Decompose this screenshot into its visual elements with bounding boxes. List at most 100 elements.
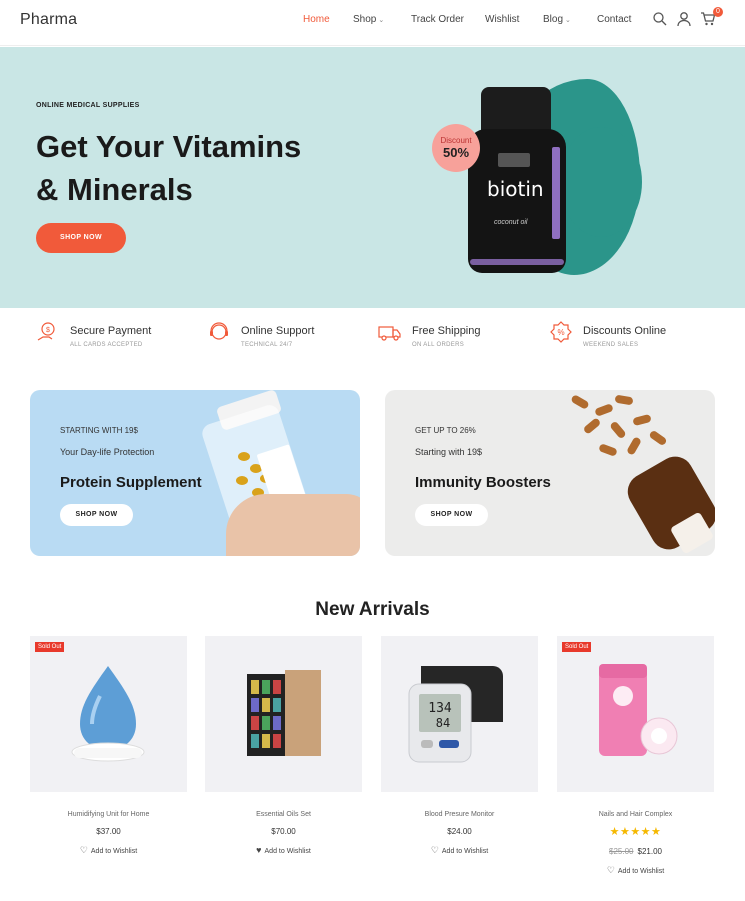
nav-home[interactable]: Home bbox=[303, 14, 353, 25]
feature-title: Free Shipping bbox=[412, 325, 481, 337]
feature-subtitle: WEEKEND SALES bbox=[583, 342, 639, 348]
svg-text:84: 84 bbox=[436, 716, 450, 730]
discount-badge: Discount 50% bbox=[432, 124, 480, 172]
wishlist-label: Add to Wishlist bbox=[617, 868, 665, 875]
nav-wishlist[interactable]: Wishlist bbox=[485, 14, 543, 25]
feature-subtitle: TECHNICAL 24/7 bbox=[241, 342, 293, 348]
add-to-wishlist-button[interactable]: ♡ Add to Wishlist bbox=[557, 865, 714, 876]
add-to-wishlist-button[interactable]: ♡ Add to Wishlist bbox=[30, 845, 187, 856]
hero-shop-now-button[interactable]: SHOP NOW bbox=[36, 223, 126, 253]
product-image[interactable]: 134 84 bbox=[381, 636, 538, 792]
product-image[interactable] bbox=[205, 636, 362, 792]
promo-eyebrow: GET UP TO 26% bbox=[415, 426, 476, 435]
promo-protein-supplement[interactable]: STARTING WITH 19$ Your Day-life Protecti… bbox=[30, 390, 360, 556]
product-current-price: $70.00 bbox=[271, 827, 296, 836]
blood-pressure-monitor-image: 134 84 bbox=[408, 666, 503, 763]
add-to-wishlist-button[interactable]: ♡ Add to Wishlist bbox=[381, 845, 538, 856]
bottle-side-label bbox=[552, 147, 560, 239]
promo-immunity-boosters[interactable]: GET UP TO 26% Starting with 19$ Immunity… bbox=[385, 390, 715, 556]
capsule bbox=[648, 429, 668, 447]
hero-banner: ONLINE MEDICAL SUPPLIES Get Your Vitamin… bbox=[0, 47, 745, 308]
cart-count-badge: 0 bbox=[713, 7, 723, 17]
wishlist-label: Add to Wishlist bbox=[441, 848, 489, 855]
product-price: $70.00 bbox=[205, 827, 362, 836]
capsule bbox=[609, 420, 627, 440]
user-icon[interactable] bbox=[676, 11, 692, 27]
bottle-product-name: biotin bbox=[487, 177, 544, 201]
nav-shop-label: Shop bbox=[353, 14, 377, 25]
promo-shop-now-button[interactable]: SHOP NOW bbox=[415, 504, 488, 526]
pill bbox=[238, 452, 250, 461]
capsule bbox=[582, 417, 602, 435]
hero-title: Get Your Vitamins & Minerals bbox=[36, 125, 356, 211]
product-card[interactable]: Sold Out Humidifying Unit for Home $37.0… bbox=[30, 636, 187, 856]
add-to-wishlist-button[interactable]: ♥ Add to Wishlist bbox=[205, 845, 362, 855]
product-image[interactable]: Sold Out bbox=[557, 636, 714, 792]
bottle-stripe bbox=[470, 259, 564, 265]
product-price: $24.00 bbox=[381, 827, 538, 836]
product-current-price: $24.00 bbox=[447, 827, 472, 836]
product-card[interactable]: 134 84 Blood Presure Monitor $24.00 ♡ Add… bbox=[381, 636, 538, 856]
search-icon[interactable] bbox=[652, 11, 668, 27]
main-nav: Home Shop ⌄ Track Order Wishlist Blog ⌄ Co… bbox=[303, 14, 631, 25]
hero-eyebrow: ONLINE MEDICAL SUPPLIES bbox=[36, 102, 140, 109]
promo-subtitle: Your Day-life Protection bbox=[60, 447, 155, 457]
capsule bbox=[632, 413, 652, 427]
feature-subtitle: ALL CARDS ACCEPTED bbox=[70, 342, 143, 348]
cart-icon[interactable]: 0 bbox=[700, 7, 723, 27]
nav-home-label: Home bbox=[303, 14, 330, 25]
essential-oils-image bbox=[247, 670, 321, 756]
product-name[interactable]: Essential Oils Set bbox=[205, 811, 362, 818]
hero-title-line1: Get Your Vitamins bbox=[36, 129, 302, 164]
discount-label: Discount bbox=[440, 136, 472, 145]
promo-title: Protein Supplement bbox=[60, 474, 202, 491]
product-image[interactable]: Sold Out bbox=[30, 636, 187, 792]
nav-blog-label: Blog bbox=[543, 14, 564, 25]
header-actions: 0 bbox=[652, 7, 724, 27]
capsule bbox=[626, 436, 642, 456]
product-price: $25.00 $21.00 bbox=[557, 847, 714, 856]
support-icon bbox=[207, 320, 231, 344]
bottle-cap bbox=[481, 87, 551, 135]
heart-outline-icon: ♡ bbox=[430, 845, 439, 855]
promo-subtitle: Starting with 19$ bbox=[415, 447, 483, 457]
chevron-down-icon: ⌄ bbox=[378, 17, 385, 24]
site-logo[interactable]: Pharma bbox=[20, 11, 77, 29]
sold-out-badge: Sold Out bbox=[35, 642, 65, 652]
feature-title: Discounts Online bbox=[583, 325, 667, 337]
pill bbox=[236, 476, 248, 485]
feature-title: Secure Payment bbox=[70, 325, 152, 337]
truck-icon bbox=[378, 320, 402, 344]
chevron-down-icon: ⌄ bbox=[565, 17, 571, 24]
product-name[interactable]: Nails and Hair Complex bbox=[557, 811, 714, 818]
bottle-product-sub: coconut oil bbox=[494, 219, 528, 226]
hand-image bbox=[226, 494, 360, 556]
nav-shop[interactable]: Shop ⌄ bbox=[353, 14, 411, 25]
promo-shop-now-button[interactable]: SHOP NOW bbox=[60, 504, 133, 526]
sold-out-badge: Sold Out bbox=[562, 642, 592, 652]
svg-text:134: 134 bbox=[428, 701, 452, 716]
feature-title: Online Support bbox=[241, 325, 315, 337]
discount-icon: % bbox=[549, 320, 573, 344]
heart-outline-icon: ♡ bbox=[606, 865, 615, 875]
capsule bbox=[598, 443, 618, 457]
hero-decor-blob bbox=[560, 127, 642, 237]
heart-outline-icon: ♡ bbox=[79, 845, 88, 855]
nav-track-order[interactable]: Track Order bbox=[411, 14, 485, 25]
nav-contact[interactable]: Contact bbox=[597, 14, 631, 25]
product-name[interactable]: Blood Presure Monitor bbox=[381, 811, 538, 818]
nav-blog[interactable]: Blog ⌄ bbox=[543, 14, 597, 25]
product-current-price: $21.00 bbox=[637, 847, 662, 856]
product-card[interactable]: Essential Oils Set $70.00 ♥ Add to Wishli… bbox=[205, 636, 362, 855]
nav-track-order-label: Track Order bbox=[411, 14, 464, 25]
product-card[interactable]: Sold Out Nails and Hair Complex ★★★★★ $2… bbox=[557, 636, 714, 876]
nails-hair-complex-image bbox=[599, 664, 678, 756]
heart-filled-icon: ♥ bbox=[256, 845, 262, 855]
product-name[interactable]: Humidifying Unit for Home bbox=[30, 811, 187, 818]
bottle-logo bbox=[498, 153, 530, 167]
svg-text:$: $ bbox=[46, 327, 50, 334]
wishlist-label: Add to Wishlist bbox=[90, 848, 138, 855]
hero-title-line2: & Minerals bbox=[36, 172, 193, 207]
new-arrivals-title: New Arrivals bbox=[315, 599, 430, 620]
svg-text:%: % bbox=[557, 328, 564, 337]
